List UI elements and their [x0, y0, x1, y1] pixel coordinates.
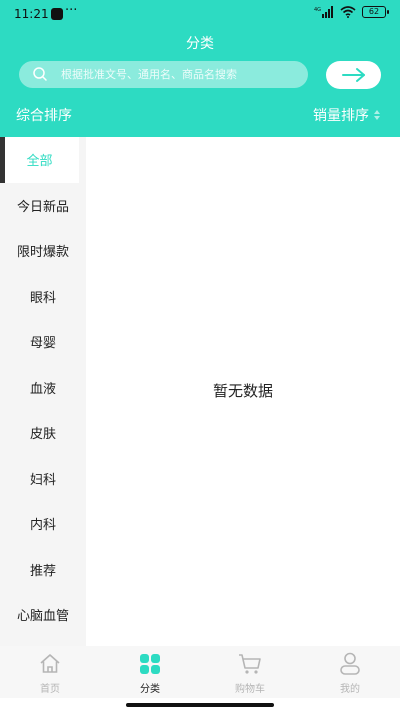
battery-icon: 62: [362, 6, 389, 18]
sidebar-item[interactable]: 血液: [0, 365, 86, 411]
cellular-signal-icon: 4G: [314, 6, 333, 18]
more-notifications-icon: ···: [65, 3, 78, 18]
search-input[interactable]: [61, 61, 301, 88]
home-indicator[interactable]: [126, 703, 274, 707]
tab-item[interactable]: 购物车: [200, 646, 300, 698]
search-bar[interactable]: [19, 61, 308, 88]
sidebar-item[interactable]: 妇科: [0, 456, 86, 502]
home-icon: [40, 654, 60, 673]
tab-item[interactable]: 分类: [100, 646, 200, 698]
tab-item[interactable]: 首页: [0, 646, 100, 698]
sidebar-item[interactable]: 限时爆款: [0, 228, 86, 274]
sidebar-item[interactable]: 内科: [0, 501, 86, 547]
status-indicators: 4G 62: [314, 6, 389, 18]
tab-label: 我的: [340, 684, 360, 695]
sidebar-item[interactable]: 眼科: [0, 274, 86, 320]
search-icon: [33, 67, 47, 81]
sidebar-item[interactable]: 全部: [0, 137, 79, 183]
sidebar-item[interactable]: 心脑血管: [0, 592, 86, 638]
sidebar-item[interactable]: 今日新品: [0, 183, 86, 229]
tab-label: 首页: [40, 684, 60, 695]
arrow-right-icon: [341, 68, 365, 82]
sort-comprehensive[interactable]: 综合排序: [16, 105, 72, 125]
empty-state-text: 暂无数据: [212, 382, 273, 400]
app-notification-icon: [51, 8, 63, 20]
sidebar-item[interactable]: 皮肤: [0, 410, 86, 456]
tab-label: 分类: [140, 684, 160, 695]
profile-icon: [340, 652, 360, 675]
header: 11:21 ··· 4G 62 分类 根据批准文号、通用名、商品名搜索 综合排序…: [0, 0, 400, 137]
search-submit-button[interactable]: [326, 61, 381, 89]
sort-by-sales[interactable]: 销量排序: [313, 105, 380, 125]
sidebar-item[interactable]: 推荐: [0, 547, 86, 593]
network-type: 4G: [314, 7, 321, 13]
page-title: 分类: [186, 36, 214, 52]
category-sidebar: 全部 今日新品 限时爆款 眼科 母婴 血液 皮肤 妇科 内科 推荐 心脑血管: [0, 137, 86, 646]
category-icon: [140, 654, 160, 674]
sort-by-sales-label: 销量排序: [313, 108, 369, 124]
sort-arrows-icon: [374, 110, 380, 120]
bottom-tab-bar: 首页 分类 购物车 我的: [0, 646, 400, 698]
product-list-area: 暂无数据: [86, 137, 400, 646]
cart-icon: [239, 654, 261, 674]
status-bar: 11:21 ··· 4G 62: [0, 0, 400, 30]
status-time: 11:21: [14, 7, 49, 21]
tab-item[interactable]: 我的: [300, 646, 400, 698]
sidebar-item[interactable]: 母婴: [0, 319, 86, 365]
wifi-icon: [340, 6, 356, 18]
tab-label: 购物车: [235, 684, 265, 695]
